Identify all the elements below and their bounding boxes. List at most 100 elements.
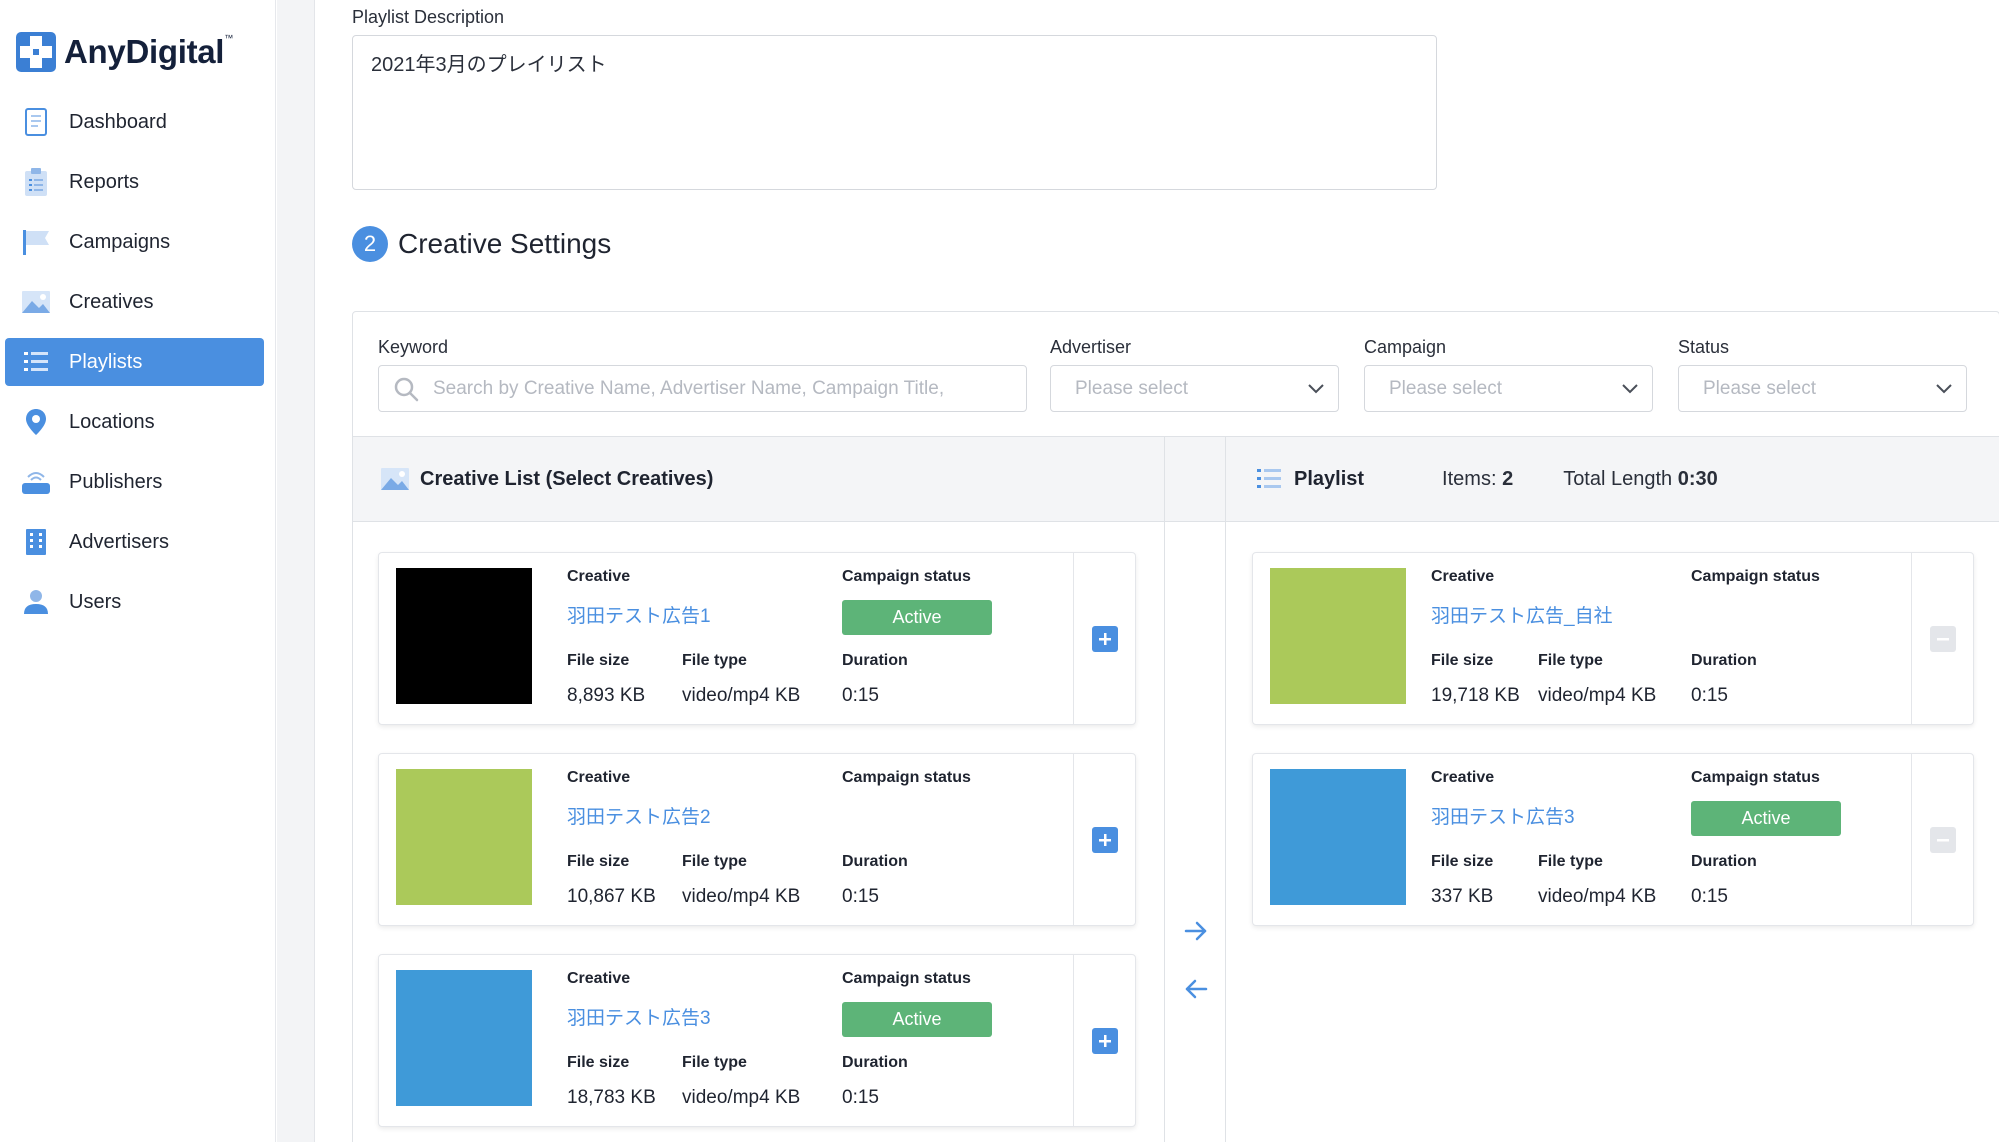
creative-label: Creative [567, 568, 631, 585]
creative-name-link[interactable]: 羽田テスト広告_自社 [1431, 601, 1613, 628]
file-size-value: 18,783 KB [567, 1087, 656, 1108]
logo[interactable]: AnyDigital™ [16, 30, 233, 74]
status-badge: Active [842, 1002, 992, 1037]
sidebar-item-label: Publishers [69, 470, 163, 493]
minus-icon [1936, 637, 1949, 640]
file-size-value: 8,893 KB [567, 685, 646, 706]
playlist-column: Playlist Items: 2 Total Length 0:30 Crea… [1226, 437, 1999, 1142]
plus-icon [1098, 632, 1111, 645]
creative-label: Creative [567, 970, 631, 987]
file-type-label: File type [682, 652, 747, 669]
creative-name-link[interactable]: 羽田テスト広告3 [1431, 802, 1575, 829]
sidebar-item-label: Reports [69, 170, 140, 193]
add-creative-button[interactable] [1091, 625, 1118, 652]
file-size-label: File size [567, 1054, 630, 1071]
sidebar-item-label: Advertisers [69, 530, 170, 553]
main-content: Playlist Description 2021年3月のプレイリスト 2 Cr… [316, 0, 1999, 1142]
list-icon [21, 347, 51, 377]
sidebar-item-dashboard[interactable]: Dashboard [5, 98, 264, 146]
duration-value: 0:15 [842, 685, 879, 706]
creative-label: Creative [567, 769, 631, 786]
router-icon [21, 467, 51, 497]
file-type-value: video/mp4 KB [1538, 685, 1657, 706]
creative-name-link[interactable]: 羽田テスト広告2 [567, 802, 711, 829]
duration-value: 0:15 [1691, 886, 1728, 907]
remove-creative-button[interactable] [1929, 625, 1956, 652]
creative-thumbnail [396, 769, 532, 905]
status-select[interactable]: Please select [1678, 365, 1967, 412]
add-action-cell [1073, 754, 1135, 925]
duration-value: 0:15 [842, 1087, 879, 1108]
duration-label: Duration [1691, 652, 1757, 669]
file-type-label: File type [1538, 853, 1603, 870]
file-size-label: File size [1431, 853, 1494, 870]
duration-value: 0:15 [842, 886, 879, 907]
creative-list-title: Creative List (Select Creatives) [420, 467, 714, 490]
creative-card: Creative 羽田テスト広告3 Campaign status Active… [378, 954, 1136, 1127]
section-header: 2 Creative Settings [352, 226, 611, 262]
file-type-label: File type [682, 1054, 747, 1071]
duration-value: 0:15 [1691, 685, 1728, 706]
move-left-button[interactable] [1182, 975, 1210, 1003]
campaign-select[interactable]: Please select [1364, 365, 1653, 412]
playlist-header: Playlist Items: 2 Total Length 0:30 [1226, 437, 1999, 522]
sidebar-item-label: Playlists [69, 350, 143, 373]
duration-label: Duration [842, 853, 908, 870]
creative-thumbnail [1270, 769, 1406, 905]
transfer-controls [1165, 437, 1226, 1142]
playlist-card: Creative 羽田テスト広告_自社 Campaign status File… [1252, 552, 1974, 725]
status-label: Status [1678, 337, 1730, 357]
chevron-down-icon [1308, 383, 1324, 393]
creative-card: Creative 羽田テスト広告2 Campaign status File s… [378, 753, 1136, 926]
playlist-items-count: Items: 2 [1442, 467, 1514, 490]
sidebar-item-advertisers[interactable]: Advertisers [5, 518, 264, 566]
remove-action-cell [1911, 754, 1973, 925]
sidebar-item-campaigns[interactable]: Campaigns [5, 218, 264, 266]
duration-label: Duration [1691, 853, 1757, 870]
file-size-label: File size [567, 652, 630, 669]
creative-name-link[interactable]: 羽田テスト広告3 [567, 1003, 711, 1030]
chevron-down-icon [1936, 383, 1952, 393]
description-label: Playlist Description [352, 7, 505, 27]
campaign-status-label: Campaign status [1691, 568, 1820, 585]
file-type-value: video/mp4 KB [682, 685, 801, 706]
sidebar: AnyDigital™ Dashboard Reports Campaigns … [0, 0, 276, 1142]
brand-name: AnyDigital™ [64, 33, 233, 70]
file-type-value: video/mp4 KB [1538, 886, 1657, 907]
sidebar-nav: Dashboard Reports Campaigns Creatives Pl… [5, 98, 264, 638]
duration-label: Duration [842, 652, 908, 669]
description-textarea[interactable]: 2021年3月のプレイリスト [352, 35, 1437, 190]
arrow-left-icon [1185, 979, 1208, 999]
keyword-search-input[interactable]: Search by Creative Name, Advertiser Name… [378, 365, 1027, 412]
remove-creative-button[interactable] [1929, 826, 1956, 853]
creative-label: Creative [1431, 568, 1495, 585]
campaign-placeholder: Please select [1389, 377, 1503, 399]
step-number: 2 [352, 226, 388, 262]
sidebar-item-playlists[interactable]: Playlists [5, 338, 264, 386]
creative-card: Creative 羽田テスト広告1 Campaign status Active… [378, 552, 1136, 725]
dashboard-icon [21, 107, 51, 137]
chevron-down-icon [1622, 383, 1638, 393]
sidebar-item-creatives[interactable]: Creatives [5, 278, 264, 326]
advertiser-placeholder: Please select [1075, 377, 1189, 399]
keyword-placeholder: Search by Creative Name, Advertiser Name… [433, 377, 945, 399]
add-creative-button[interactable] [1091, 826, 1118, 853]
move-right-button[interactable] [1182, 917, 1210, 945]
add-creative-button[interactable] [1091, 1027, 1118, 1054]
sidebar-item-locations[interactable]: Locations [5, 398, 264, 446]
creative-label: Creative [1431, 769, 1495, 786]
creative-thumbnail [396, 970, 532, 1106]
sidebar-item-users[interactable]: Users [5, 578, 264, 626]
image-icon [21, 287, 51, 317]
remove-action-cell [1911, 553, 1973, 724]
sidebar-item-publishers[interactable]: Publishers [5, 458, 264, 506]
image-icon [381, 468, 409, 490]
creative-thumbnail [396, 568, 532, 704]
sidebar-item-label: Users [69, 590, 122, 613]
creative-name-link[interactable]: 羽田テスト広告1 [567, 601, 711, 628]
sidebar-item-reports[interactable]: Reports [5, 158, 264, 206]
arrow-right-icon [1184, 921, 1207, 941]
advertiser-select[interactable]: Please select [1050, 365, 1339, 412]
file-type-value: video/mp4 KB [682, 1087, 801, 1108]
playlist-card: Creative 羽田テスト広告3 Campaign status Active… [1252, 753, 1974, 926]
